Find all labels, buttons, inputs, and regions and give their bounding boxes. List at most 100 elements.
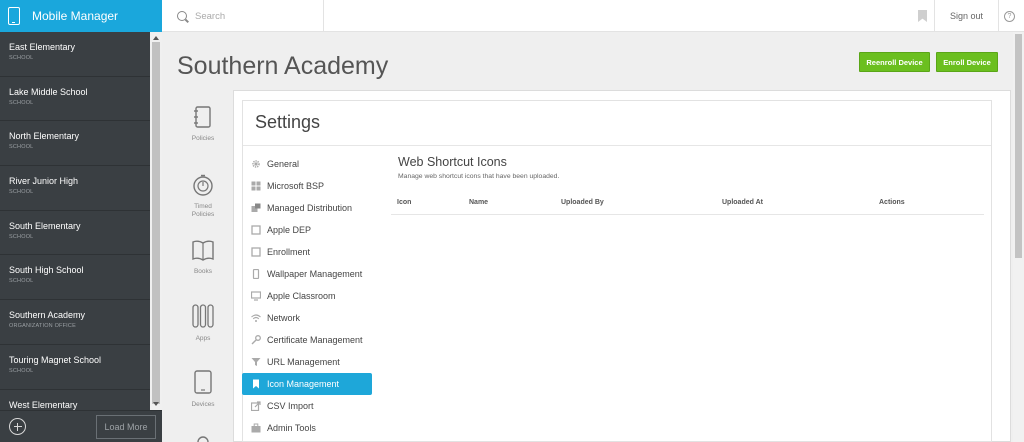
school-item[interactable]: Touring Magnet School SCHOOL <box>0 345 150 390</box>
scroll-down-arrow-icon[interactable] <box>153 402 159 406</box>
school-item[interactable]: Lake Middle School SCHOOL <box>0 77 150 122</box>
school-item[interactable]: East Elementary SCHOOL <box>0 32 150 77</box>
menu-item-microsoft-bsp[interactable]: Microsoft BSP <box>242 175 374 197</box>
mobile-device-icon <box>8 7 20 25</box>
menu-label: Wallpaper Management <box>267 269 363 279</box>
wifi-icon <box>251 314 261 322</box>
menu-item-general[interactable]: General <box>242 153 374 175</box>
monitor-icon <box>251 291 261 301</box>
rail-item-more[interactable] <box>178 430 228 442</box>
school-item[interactable]: North Elementary SCHOOL <box>0 121 150 167</box>
menu-item-certificate-management[interactable]: Certificate Management <box>242 329 374 351</box>
rail-label: Policies <box>191 135 215 142</box>
school-type: SCHOOL <box>9 233 34 240</box>
menu-item-icon-management[interactable]: Icon Management <box>242 373 372 395</box>
section-title: Web Shortcut Icons <box>398 155 507 169</box>
section-subtitle: Manage web shortcut icons that have been… <box>398 173 560 180</box>
school-type: ORGANIZATION OFFICE <box>9 323 76 330</box>
help-icon[interactable]: ? <box>1004 11 1015 22</box>
stopwatch-icon <box>193 174 213 196</box>
menu-label: Network <box>267 313 301 323</box>
school-item[interactable]: South Elementary SCHOOL <box>0 211 150 256</box>
school-type: SCHOOL <box>9 189 34 196</box>
page-scrollbar[interactable] <box>1013 32 1024 442</box>
top-bar: Sign out ? <box>162 0 1024 32</box>
search-input[interactable] <box>195 10 305 22</box>
school-type: SCHOOL <box>9 55 34 61</box>
search-box[interactable] <box>162 0 324 32</box>
school-name: South High School <box>9 265 84 276</box>
page-title: Southern Academy <box>177 52 389 80</box>
windows-icon <box>251 181 261 191</box>
distribution-icon <box>251 203 261 212</box>
school-type: SCHOOL <box>9 144 34 151</box>
partial-icon <box>197 436 209 442</box>
app-header[interactable]: Mobile Manager <box>0 0 162 32</box>
settings-title: Settings <box>255 112 321 132</box>
menu-item-apple-classroom[interactable]: Apple Classroom <box>242 285 374 307</box>
school-name: Lake Middle School <box>9 86 88 97</box>
settings-menu: General Microsoft BSP Managed Distributi… <box>242 153 374 439</box>
school-name: West Elementary <box>9 399 78 410</box>
rail-item-timed-policies[interactable]: Timed Policies <box>178 174 228 219</box>
sidebar-footer: Load More <box>0 410 162 442</box>
menu-item-apple-dep[interactable]: Apple DEP <box>242 219 374 241</box>
enroll-device-button[interactable]: Enroll Device <box>936 52 998 72</box>
scroll-thumb[interactable] <box>152 42 160 404</box>
rail-label: Timed Policies <box>191 203 215 218</box>
sidebar-scrollbar[interactable] <box>150 32 162 410</box>
menu-label: CSV Import <box>267 401 314 411</box>
rail-item-devices[interactable]: Devices <box>178 370 228 409</box>
rail-item-books[interactable]: Books <box>178 239 228 276</box>
page-scroll-thumb[interactable] <box>1015 34 1022 258</box>
school-item[interactable]: West Elementary <box>0 390 150 411</box>
menu-item-url-management[interactable]: URL Management <box>242 351 374 373</box>
divider <box>998 0 999 32</box>
menu-item-network[interactable]: Network <box>242 307 374 329</box>
school-type: SCHOOL <box>9 367 34 374</box>
menu-label: URL Management <box>267 357 340 367</box>
book-icon <box>192 240 214 261</box>
square-icon <box>251 225 261 235</box>
load-more-button[interactable]: Load More <box>96 415 156 439</box>
menu-item-admin-tools[interactable]: Admin Tools <box>242 417 374 439</box>
reenroll-device-button[interactable]: Reenroll Device <box>859 52 930 72</box>
school-name: North Elementary <box>9 131 80 142</box>
school-name: East Elementary <box>9 42 76 52</box>
scroll-up-arrow-icon[interactable] <box>153 36 159 40</box>
rail-label: Apps <box>195 335 211 342</box>
menu-item-enrollment[interactable]: Enrollment <box>242 241 374 263</box>
phone-icon <box>252 269 260 279</box>
sign-out-link[interactable]: Sign out <box>935 0 998 32</box>
briefcase-icon <box>251 423 261 433</box>
search-icon <box>177 11 187 21</box>
funnel-icon <box>251 358 261 366</box>
column-header-name[interactable]: Name <box>469 199 488 206</box>
column-header-uploaded-at[interactable]: Uploaded At <box>722 199 763 206</box>
column-header-icon[interactable]: Icon <box>397 199 411 206</box>
school-name: River Junior High <box>9 176 79 187</box>
school-item[interactable]: Southern Academy ORGANIZATION OFFICE <box>0 300 150 345</box>
notebook-icon <box>194 106 211 128</box>
school-item[interactable]: South High School SCHOOL <box>0 255 150 301</box>
school-item[interactable]: River Junior High SCHOOL <box>0 166 150 211</box>
rail-item-policies[interactable]: Policies <box>178 106 228 143</box>
square-icon <box>251 247 261 257</box>
menu-label: Managed Distribution <box>267 203 353 213</box>
bookmark-icon[interactable] <box>918 10 927 22</box>
import-icon <box>251 401 261 411</box>
sidebar: Mobile Manager East Elementary SCHOOL La… <box>0 0 162 442</box>
rail-item-apps[interactable]: Apps <box>178 304 228 343</box>
key-icon <box>251 335 261 345</box>
menu-label: Certificate Management <box>267 335 363 345</box>
menu-label: Enrollment <box>267 247 311 257</box>
menu-label: Apple DEP <box>267 225 312 235</box>
school-type: SCHOOL <box>9 278 34 285</box>
menu-item-csv-import[interactable]: CSV Import <box>242 395 374 417</box>
menu-item-managed-distribution[interactable]: Managed Distribution <box>242 197 374 219</box>
menu-label: Apple Classroom <box>267 291 336 301</box>
column-header-uploaded-by[interactable]: Uploaded By <box>561 199 604 206</box>
menu-item-wallpaper-management[interactable]: Wallpaper Management <box>242 263 374 285</box>
add-circle-icon[interactable] <box>9 418 26 435</box>
rail-label: Devices <box>191 401 215 408</box>
